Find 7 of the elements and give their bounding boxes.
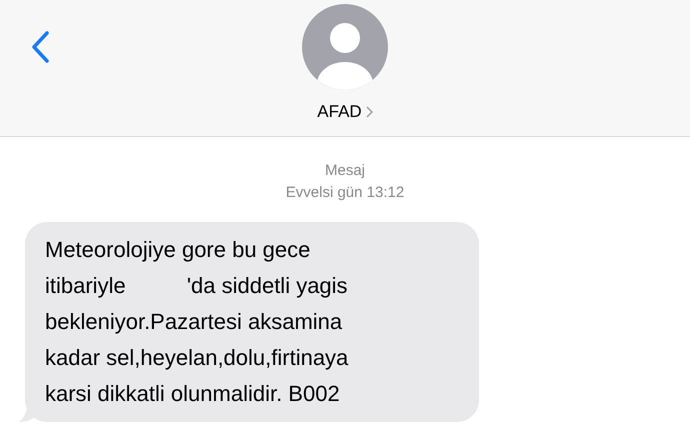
service-label: Mesaj <box>324 161 365 181</box>
message-time: Evvelsi gün 13:12 <box>286 183 404 203</box>
back-icon[interactable] <box>30 30 50 64</box>
contact-name[interactable]: AFAD <box>317 99 373 124</box>
avatar-icon[interactable] <box>302 4 388 90</box>
chevron-icon <box>366 106 373 118</box>
message-text: Meteorolojiye gore bu gece itibariyle 'da siddetli yagis bekleniyor.Pazartesi aksamina kadar sel,heyelan,dolu,firtinaya karsi dikkatli olunmalidir. B002 <box>45 236 350 408</box>
